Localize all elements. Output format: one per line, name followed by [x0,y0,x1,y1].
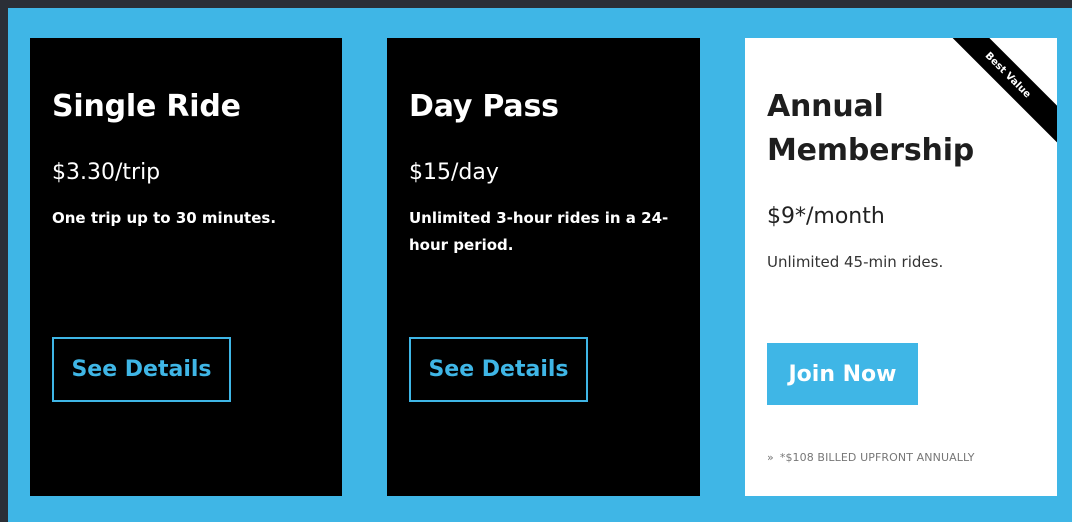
billing-footnote: » *$108 BILLED UPFRONT ANNUALLY [767,451,975,464]
footnote-text: *$108 BILLED UPFRONT ANNUALLY [779,451,975,464]
plan-price: $15/day [409,160,499,185]
plan-price: $9*/month [767,204,885,229]
plan-card-annual-membership: Best Value Annual Membership $9*/month U… [745,38,1057,496]
plan-title: Single Ride [52,89,241,124]
plan-description: Unlimited 45-min rides. [767,253,944,271]
see-details-button-single-ride[interactable]: See Details [52,337,231,402]
plan-description: Unlimited 3-hour rides in a 24-hour peri… [409,209,669,254]
pricing-section: Single Ride $3.30/trip One trip up to 30… [8,8,1072,522]
see-details-button-day-pass[interactable]: See Details [409,337,588,402]
plan-card-single-ride: Single Ride $3.30/trip One trip up to 30… [30,38,342,496]
plan-title: Day Pass [409,89,559,124]
plan-title: Annual Membership [767,89,975,168]
join-now-button[interactable]: Join Now [767,343,918,405]
plan-card-day-pass: Day Pass $15/day Unlimited 3-hour rides … [387,38,700,496]
plan-price: $3.30/trip [52,160,161,185]
double-chevron-right-icon: » [767,451,774,464]
plan-description: One trip up to 30 minutes. [52,209,277,227]
